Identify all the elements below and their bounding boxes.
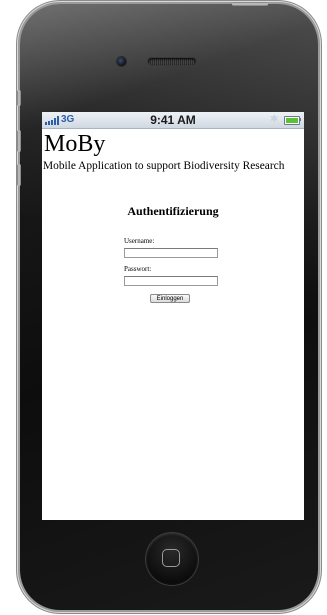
battery-level bbox=[286, 118, 298, 123]
username-input[interactable] bbox=[124, 248, 218, 258]
phone-screen: 3G 9:41 AM ✱ MoBy Mobile Application to … bbox=[42, 112, 304, 520]
front-camera bbox=[117, 57, 126, 66]
username-label: Username: bbox=[124, 237, 155, 245]
mute-switch bbox=[17, 90, 21, 106]
battery-tip bbox=[299, 118, 301, 121]
app-subtitle: Mobile Application to support Biodiversi… bbox=[43, 160, 285, 172]
home-button[interactable] bbox=[146, 533, 198, 585]
volume-down-button bbox=[17, 164, 21, 186]
app-title: MoBy bbox=[44, 131, 106, 157]
login-button[interactable]: Einloggen bbox=[150, 294, 190, 303]
status-bar: 3G 9:41 AM ✱ bbox=[42, 112, 304, 129]
volume-up-button bbox=[17, 130, 21, 152]
earpiece-speaker bbox=[148, 58, 196, 65]
power-button bbox=[232, 2, 268, 6]
password-label: Passwort: bbox=[124, 265, 152, 273]
home-square-icon bbox=[162, 549, 180, 567]
battery-icon bbox=[284, 116, 300, 125]
status-time: 9:41 AM bbox=[150, 113, 196, 127]
password-input[interactable] bbox=[124, 276, 218, 286]
stage: 3G 9:41 AM ✱ MoBy Mobile Application to … bbox=[0, 0, 327, 615]
login-heading: Authentifizierung bbox=[127, 204, 219, 218]
bluetooth-icon: ✱ bbox=[270, 114, 279, 125]
